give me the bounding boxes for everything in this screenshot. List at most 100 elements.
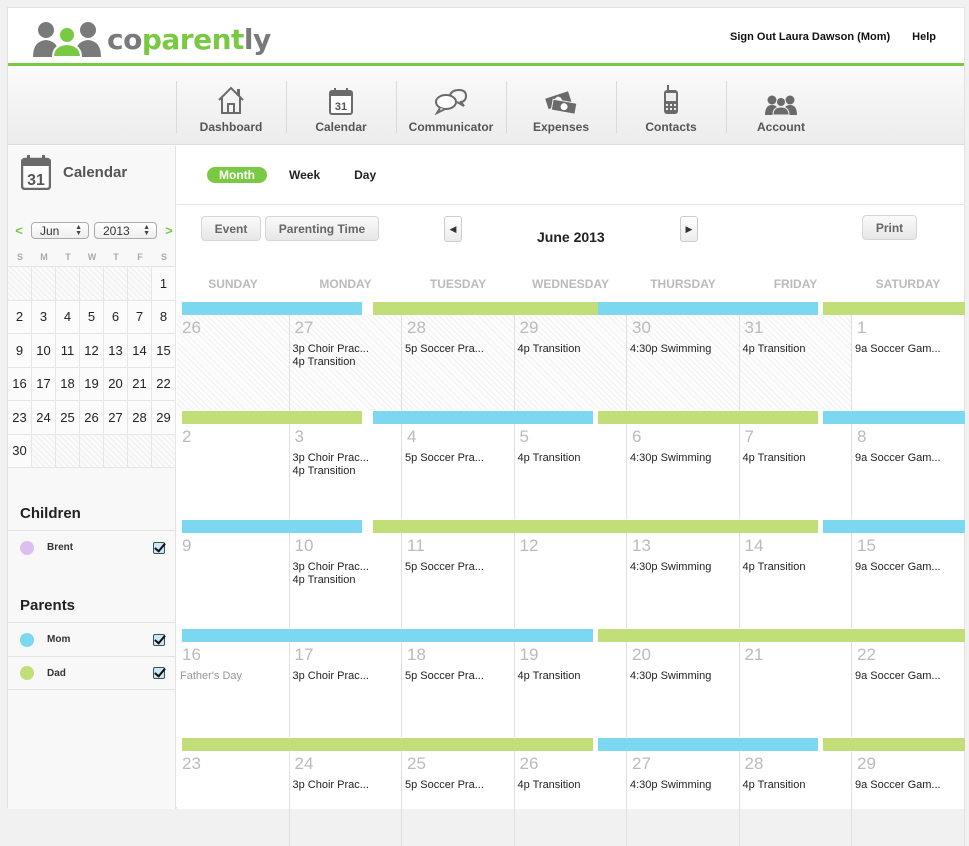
- custody-bar-dad[interactable]: [182, 411, 362, 424]
- calendar-event[interactable]: 4p Transition: [518, 452, 581, 464]
- calendar-event[interactable]: 3p Choir Prac...: [293, 561, 369, 573]
- day-cell[interactable]: 21: [740, 642, 852, 737]
- calendar-event[interactable]: 3p Choir Prac...: [293, 343, 369, 355]
- mini-day[interactable]: 4: [56, 300, 80, 334]
- day-cell[interactable]: 30 4:30p Swimming: [627, 315, 740, 410]
- calendar-event[interactable]: 4p Transition: [518, 670, 581, 682]
- mini-day[interactable]: 14: [128, 334, 152, 368]
- mini-day[interactable]: 27: [104, 401, 128, 435]
- nav-contacts[interactable]: Contacts: [616, 69, 726, 145]
- custody-bar-mom[interactable]: [598, 738, 818, 751]
- mini-day[interactable]: 9: [8, 334, 32, 368]
- day-cell[interactable]: 26: [177, 315, 290, 410]
- day-cell[interactable]: 19 4p Transition: [515, 642, 627, 737]
- calendar-event[interactable]: 5p Soccer Pra...: [405, 343, 484, 355]
- nav-account[interactable]: Account: [726, 69, 836, 145]
- mini-day[interactable]: 5: [80, 300, 104, 334]
- calendar-event[interactable]: 3p Choir Prac...: [293, 779, 369, 791]
- day-cell[interactable]: 24 3p Choir Prac...: [290, 751, 402, 846]
- mini-day[interactable]: 29: [152, 401, 176, 435]
- custody-bar-mom[interactable]: [182, 302, 362, 315]
- day-cell[interactable]: 7 4p Transition: [740, 424, 852, 519]
- day-cell[interactable]: 28 4p Transition: [740, 751, 852, 846]
- day-cell[interactable]: 14 4p Transition: [740, 533, 852, 628]
- mini-day[interactable]: 12: [80, 334, 104, 368]
- tab-day[interactable]: Day: [354, 168, 376, 182]
- mini-day[interactable]: 3: [32, 300, 56, 334]
- nav-calendar[interactable]: 31 Calendar: [286, 69, 396, 145]
- mini-day[interactable]: 16: [8, 367, 32, 401]
- calendar-event[interactable]: 4p Transition: [293, 465, 356, 477]
- day-cell[interactable]: 1 9a Soccer Gam...: [852, 315, 965, 410]
- nav-dashboard[interactable]: Dashboard: [176, 69, 286, 145]
- calendar-event[interactable]: 4p Transition: [743, 779, 806, 791]
- calendar-event[interactable]: 9a Soccer Gam...: [855, 670, 941, 682]
- calendar-event[interactable]: 4:30p Swimming: [630, 452, 711, 464]
- prev-month-arrow[interactable]: ◀: [444, 216, 462, 242]
- day-cell[interactable]: 18 5p Soccer Pra...: [402, 642, 515, 737]
- mini-day[interactable]: 2: [8, 300, 32, 334]
- next-month-arrow[interactable]: ▶: [680, 216, 698, 242]
- day-cell[interactable]: 6 4:30p Swimming: [627, 424, 740, 519]
- day-cell[interactable]: 13 4:30p Swimming: [627, 533, 740, 628]
- next-month-button[interactable]: >: [162, 223, 176, 238]
- prev-month-button[interactable]: <: [12, 223, 26, 238]
- calendar-event[interactable]: 4:30p Swimming: [630, 561, 711, 573]
- mini-day[interactable]: 23: [8, 401, 32, 435]
- day-cell[interactable]: 20 4:30p Swimming: [627, 642, 740, 737]
- calendar-event[interactable]: 4p Transition: [293, 356, 356, 368]
- mini-day[interactable]: 7: [128, 300, 152, 334]
- calendar-event[interactable]: 4p Transition: [743, 343, 806, 355]
- day-cell[interactable]: 15 9a Soccer Gam...: [852, 533, 965, 628]
- custody-bar-mom[interactable]: [823, 520, 965, 533]
- day-cell[interactable]: 8 9a Soccer Gam...: [852, 424, 965, 519]
- calendar-event[interactable]: 9a Soccer Gam...: [855, 452, 941, 464]
- calendar-event[interactable]: 3p Choir Prac...: [293, 670, 369, 682]
- day-cell[interactable]: 27 3p Choir Prac... 4p Transition: [289, 315, 402, 410]
- nav-expenses[interactable]: Expenses: [506, 69, 616, 145]
- mini-day[interactable]: 24: [32, 401, 56, 435]
- day-cell[interactable]: 29 9a Soccer Gam...: [852, 751, 965, 846]
- parent-checkbox[interactable]: [153, 633, 165, 646]
- custody-bar-mom[interactable]: [373, 411, 593, 424]
- calendar-event[interactable]: 9a Soccer Gam...: [855, 343, 941, 355]
- calendar-event[interactable]: 9a Soccer Gam...: [855, 561, 941, 573]
- day-cell[interactable]: 5 4p Transition: [515, 424, 627, 519]
- parenting-time-button[interactable]: Parenting Time: [265, 216, 379, 241]
- mini-day[interactable]: 10: [32, 334, 56, 368]
- mini-day[interactable]: 11: [56, 334, 80, 368]
- month-select[interactable]: Jun ▲ ▼: [31, 222, 89, 239]
- parent-checkbox[interactable]: [153, 667, 165, 679]
- calendar-event[interactable]: 4p Transition: [518, 779, 581, 791]
- mini-day[interactable]: 21: [128, 367, 152, 401]
- day-cell[interactable]: 16 Father's Day: [177, 642, 290, 737]
- calendar-event[interactable]: 4p Transition: [518, 343, 581, 355]
- nav-communicator[interactable]: Communicator: [396, 69, 506, 145]
- day-cell[interactable]: 3 3p Choir Prac... 4p Transition: [290, 424, 402, 519]
- calendar-event[interactable]: 4p Transition: [743, 452, 806, 464]
- calendar-event[interactable]: 4p Transition: [743, 561, 806, 573]
- mini-day[interactable]: 20: [104, 367, 128, 401]
- calendar-event[interactable]: 5p Soccer Pra...: [405, 779, 484, 791]
- custody-bar-dad[interactable]: [373, 520, 818, 533]
- calendar-event[interactable]: 9a Soccer Gam...: [855, 779, 941, 791]
- logo[interactable]: coparently: [33, 20, 271, 58]
- mini-day[interactable]: 26: [80, 401, 104, 435]
- day-cell[interactable]: 29 4p Transition: [514, 315, 627, 410]
- day-cell[interactable]: 31 4p Transition: [739, 315, 852, 410]
- mini-day[interactable]: 25: [56, 401, 80, 435]
- custody-bar-mom[interactable]: [598, 302, 818, 315]
- custody-bar-mom[interactable]: [182, 629, 593, 642]
- day-cell[interactable]: 11 5p Soccer Pra...: [402, 533, 515, 628]
- calendar-event[interactable]: 4:30p Swimming: [630, 670, 711, 682]
- custody-bar-dad[interactable]: [373, 302, 599, 315]
- custody-bar-dad[interactable]: [823, 738, 965, 751]
- sign-out-link[interactable]: Sign Out Laura Dawson (Mom): [730, 31, 890, 43]
- calendar-event[interactable]: 5p Soccer Pra...: [405, 452, 484, 464]
- day-cell[interactable]: 25 5p Soccer Pra...: [402, 751, 515, 846]
- day-cell[interactable]: 17 3p Choir Prac...: [290, 642, 402, 737]
- mini-day[interactable]: 28: [128, 401, 152, 435]
- mini-day[interactable]: 22: [152, 367, 176, 401]
- day-cell[interactable]: 28 5p Soccer Pra...: [402, 315, 515, 410]
- custody-bar-mom[interactable]: [823, 411, 965, 424]
